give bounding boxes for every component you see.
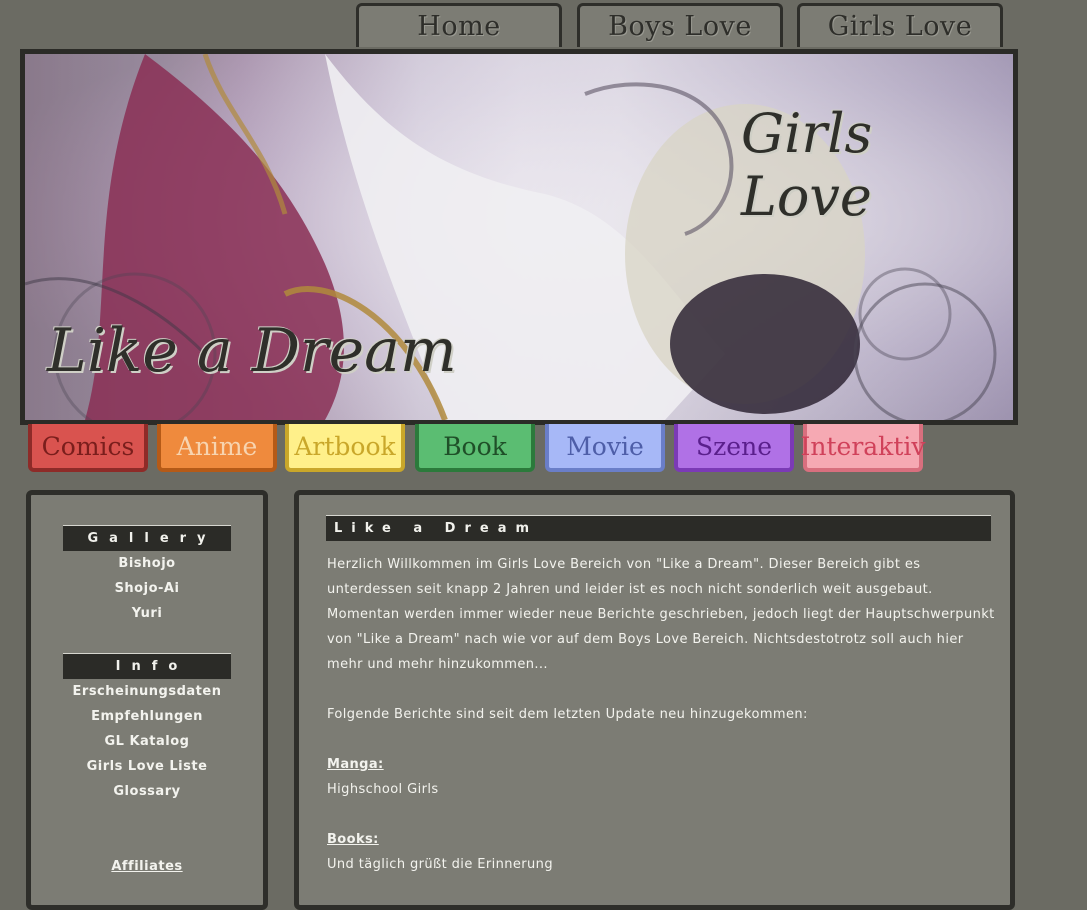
intro-line: Momentan werden immer wieder neue Berich…: [327, 607, 995, 622]
content-body: Herzlich Willkommen im Girls Love Bereic…: [327, 552, 997, 877]
banner-title-girls-love: Girls Love: [741, 102, 873, 228]
category-tab-movie[interactable]: Movie: [545, 424, 665, 472]
sidebar-heading-gallery: Gallery: [63, 525, 231, 551]
intro-line: von "Like a Dream" nach wie vor auf dem …: [327, 632, 964, 647]
sidebar-link-gl-katalog[interactable]: GL Katalog: [31, 729, 263, 754]
sidebar: Gallery Bishojo Shojo-Ai Yuri Info Ersch…: [26, 490, 268, 910]
banner-title-like-a-dream: Like a Dream: [47, 316, 457, 386]
sidebar-link-erscheinungsdaten[interactable]: Erscheinungsdaten: [31, 679, 263, 704]
sidebar-link-shojo-ai[interactable]: Shojo-Ai: [31, 576, 263, 601]
category-tab-comics[interactable]: Comics: [28, 424, 148, 472]
category-tab-anime[interactable]: Anime: [157, 424, 277, 472]
sidebar-link-affiliates[interactable]: Affiliates: [31, 854, 263, 879]
content-title: Like a Dream: [326, 515, 991, 541]
nav-tab-girls-love[interactable]: Girls Love: [797, 3, 1003, 47]
manga-item[interactable]: Highschool Girls: [327, 777, 997, 802]
sidebar-link-empfehlungen[interactable]: Empfehlungen: [31, 704, 263, 729]
nav-tab-home[interactable]: Home: [356, 3, 562, 47]
category-tab-szene[interactable]: Szene: [674, 424, 794, 472]
header-banner: Like a Dream Girls Love: [20, 49, 1018, 425]
books-heading: Books:: [327, 832, 379, 847]
nav-tab-boys-love[interactable]: Boys Love: [577, 3, 783, 47]
banner-artwork: Like a Dream Girls Love: [25, 54, 1013, 420]
main-content: Like a Dream Herzlich Willkommen im Girl…: [294, 490, 1015, 910]
category-tab-artbook[interactable]: Artbook: [285, 424, 405, 472]
sidebar-heading-info: Info: [63, 653, 231, 679]
sidebar-link-yuri[interactable]: Yuri: [31, 601, 263, 626]
sidebar-link-girls-love-liste[interactable]: Girls Love Liste: [31, 754, 263, 779]
update-line: Folgende Berichte sind seit dem letzten …: [327, 707, 808, 722]
intro-line: Herzlich Willkommen im Girls Love Bereic…: [327, 557, 921, 572]
books-item[interactable]: Und täglich grüßt die Erinnerung: [327, 852, 997, 877]
sidebar-link-bishojo[interactable]: Bishojo: [31, 551, 263, 576]
category-tab-book[interactable]: Book: [415, 424, 535, 472]
intro-line: mehr und mehr hinzukommen...: [327, 657, 548, 672]
sidebar-link-glossary[interactable]: Glossary: [31, 779, 263, 804]
category-tab-interaktiv[interactable]: Interaktiv: [801, 424, 926, 472]
manga-heading: Manga:: [327, 757, 384, 772]
intro-line: unterdessen seit knapp 2 Jahren und leid…: [327, 582, 933, 597]
